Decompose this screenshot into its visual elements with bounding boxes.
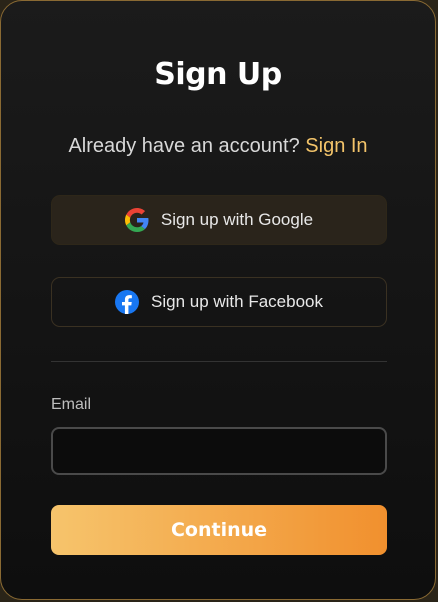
signin-prompt: Already have an account? Sign In (1, 135, 435, 158)
signin-prompt-text: Already have an account? (68, 135, 300, 157)
google-signup-label: Sign up with Google (160, 210, 314, 229)
google-icon (124, 208, 149, 232)
page-title: Sign Up (154, 57, 282, 92)
email-field[interactable] (51, 427, 387, 475)
signup-card: Sign Up Already have an account? Sign In… (0, 0, 436, 600)
email-label: Email (51, 396, 92, 413)
facebook-icon (115, 290, 139, 314)
facebook-signup-button[interactable]: Sign up with Facebook (51, 277, 387, 327)
divider (51, 361, 387, 362)
google-signup-button[interactable]: Sign up with Google (51, 195, 387, 245)
facebook-signup-label: Sign up with Facebook (151, 292, 323, 311)
continue-button[interactable]: Continue (51, 505, 387, 555)
signin-link[interactable]: Sign In (305, 135, 367, 157)
